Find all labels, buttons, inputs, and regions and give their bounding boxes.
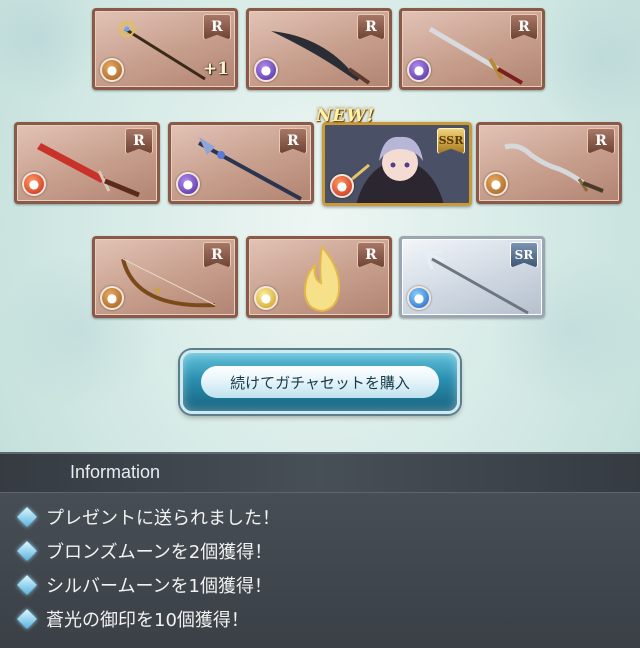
earth-element-icon: ● <box>100 286 124 310</box>
diamond-bullet-icon <box>17 575 37 595</box>
dark-element-icon: ● <box>254 58 278 82</box>
info-line-text: 蒼光の御印を10個獲得！ <box>46 610 249 631</box>
result-card-2[interactable]: R ● <box>246 8 392 90</box>
information-panel: Information プレゼントに送られました！ ブロンズムーンを2個獲得！ … <box>0 452 640 648</box>
info-line-text: ブロンズムーンを2個獲得！ <box>46 542 273 563</box>
result-card-1[interactable]: R ● +1 <box>92 8 238 90</box>
fire-element-icon: ● <box>22 172 46 196</box>
info-line-text: シルバームーンを1個獲得！ <box>46 576 273 597</box>
result-card-9[interactable]: R ● <box>246 236 392 318</box>
result-card-5[interactable]: R ● <box>168 122 314 204</box>
info-line: シルバームーンを1個獲得！ <box>17 570 273 600</box>
result-card-8[interactable]: R ● <box>92 236 238 318</box>
light-element-icon: ● <box>254 286 278 310</box>
result-card-6[interactable]: SSR ● <box>322 122 472 206</box>
dark-element-icon: ● <box>176 172 200 196</box>
buy-button-label: 続けてガチャセットを購入 <box>230 373 410 392</box>
plus-bonus: +1 <box>202 59 229 79</box>
diamond-bullet-icon <box>17 609 37 629</box>
info-line: ブロンズムーンを2個獲得！ <box>17 536 273 566</box>
diamond-bullet-icon <box>17 541 37 561</box>
earth-element-icon: ● <box>100 58 124 82</box>
dark-element-icon: ● <box>407 58 431 82</box>
info-line-text: プレゼントに送られました！ <box>46 508 280 529</box>
result-card-7[interactable]: R ● <box>476 122 622 204</box>
result-card-4[interactable]: R ● <box>14 122 160 204</box>
info-line: プレゼントに送られました！ <box>17 502 280 532</box>
info-line: 蒼光の御印を10個獲得！ <box>17 604 249 634</box>
earth-element-icon: ● <box>484 172 508 196</box>
buy-gacha-set-button[interactable]: 続けてガチャセットを購入 <box>180 350 460 414</box>
information-header: Information <box>0 454 640 493</box>
new-badge: NEW! <box>316 106 376 126</box>
fire-element-icon: ● <box>330 174 354 198</box>
result-card-10[interactable]: SR ● <box>399 236 545 318</box>
diamond-bullet-icon <box>17 507 37 527</box>
information-title: Information <box>70 462 161 482</box>
water-element-icon: ● <box>407 286 431 310</box>
result-card-3[interactable]: R ● <box>399 8 545 90</box>
